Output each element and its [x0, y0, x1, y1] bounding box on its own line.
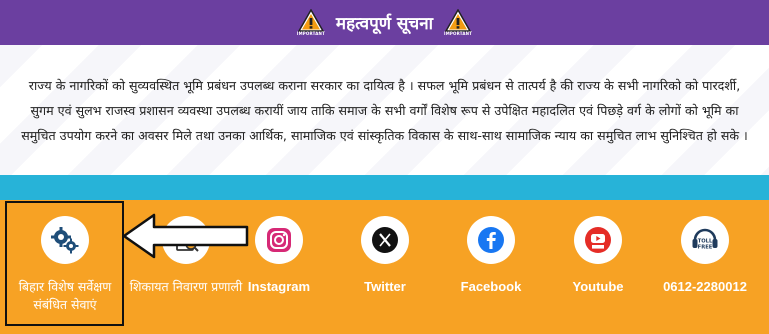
- x-twitter-icon: [361, 216, 409, 264]
- warning-icon: IMPORTANT: [443, 6, 473, 40]
- page-title: महत्वपूर्ण सूचना: [335, 14, 434, 34]
- warning-icon-tag: IMPORTANT: [444, 31, 473, 36]
- service-toll-free[interactable]: TOLL FREE 0612-2280012: [645, 216, 765, 296]
- service-label: Facebook: [460, 279, 522, 294]
- warning-icon-tag: IMPORTANT: [296, 31, 325, 36]
- warning-icon: IMPORTANT: [296, 6, 326, 40]
- divider-band: [0, 175, 769, 200]
- toll-free-text: FREE: [698, 245, 713, 251]
- service-label: 0612-2280012: [663, 279, 747, 294]
- annotation-arrow-icon: [122, 213, 249, 259]
- youtube-icon: [574, 216, 622, 264]
- instagram-icon: [255, 216, 303, 264]
- facebook-icon: [467, 216, 515, 264]
- service-twitter[interactable]: Twitter: [325, 216, 445, 296]
- service-youtube[interactable]: Youtube: [538, 216, 658, 296]
- notice-header: IMPORTANT महत्वपूर्ण सूचना IMPORTANT: [0, 0, 769, 45]
- notice-text: राज्य के नागरिकों को सुव्यवस्थित भूमि प्…: [21, 77, 748, 143]
- service-facebook[interactable]: Facebook: [431, 216, 551, 296]
- service-label: Instagram: [247, 279, 311, 294]
- service-label: Youtube: [572, 279, 624, 294]
- service-label: Twitter: [364, 279, 406, 294]
- notice-section: राज्य के नागरिकों को सुव्यवस्थित भूमि प्…: [0, 45, 769, 175]
- toll-free-phone-icon: TOLL FREE: [681, 216, 729, 264]
- highlight-box: [5, 201, 124, 326]
